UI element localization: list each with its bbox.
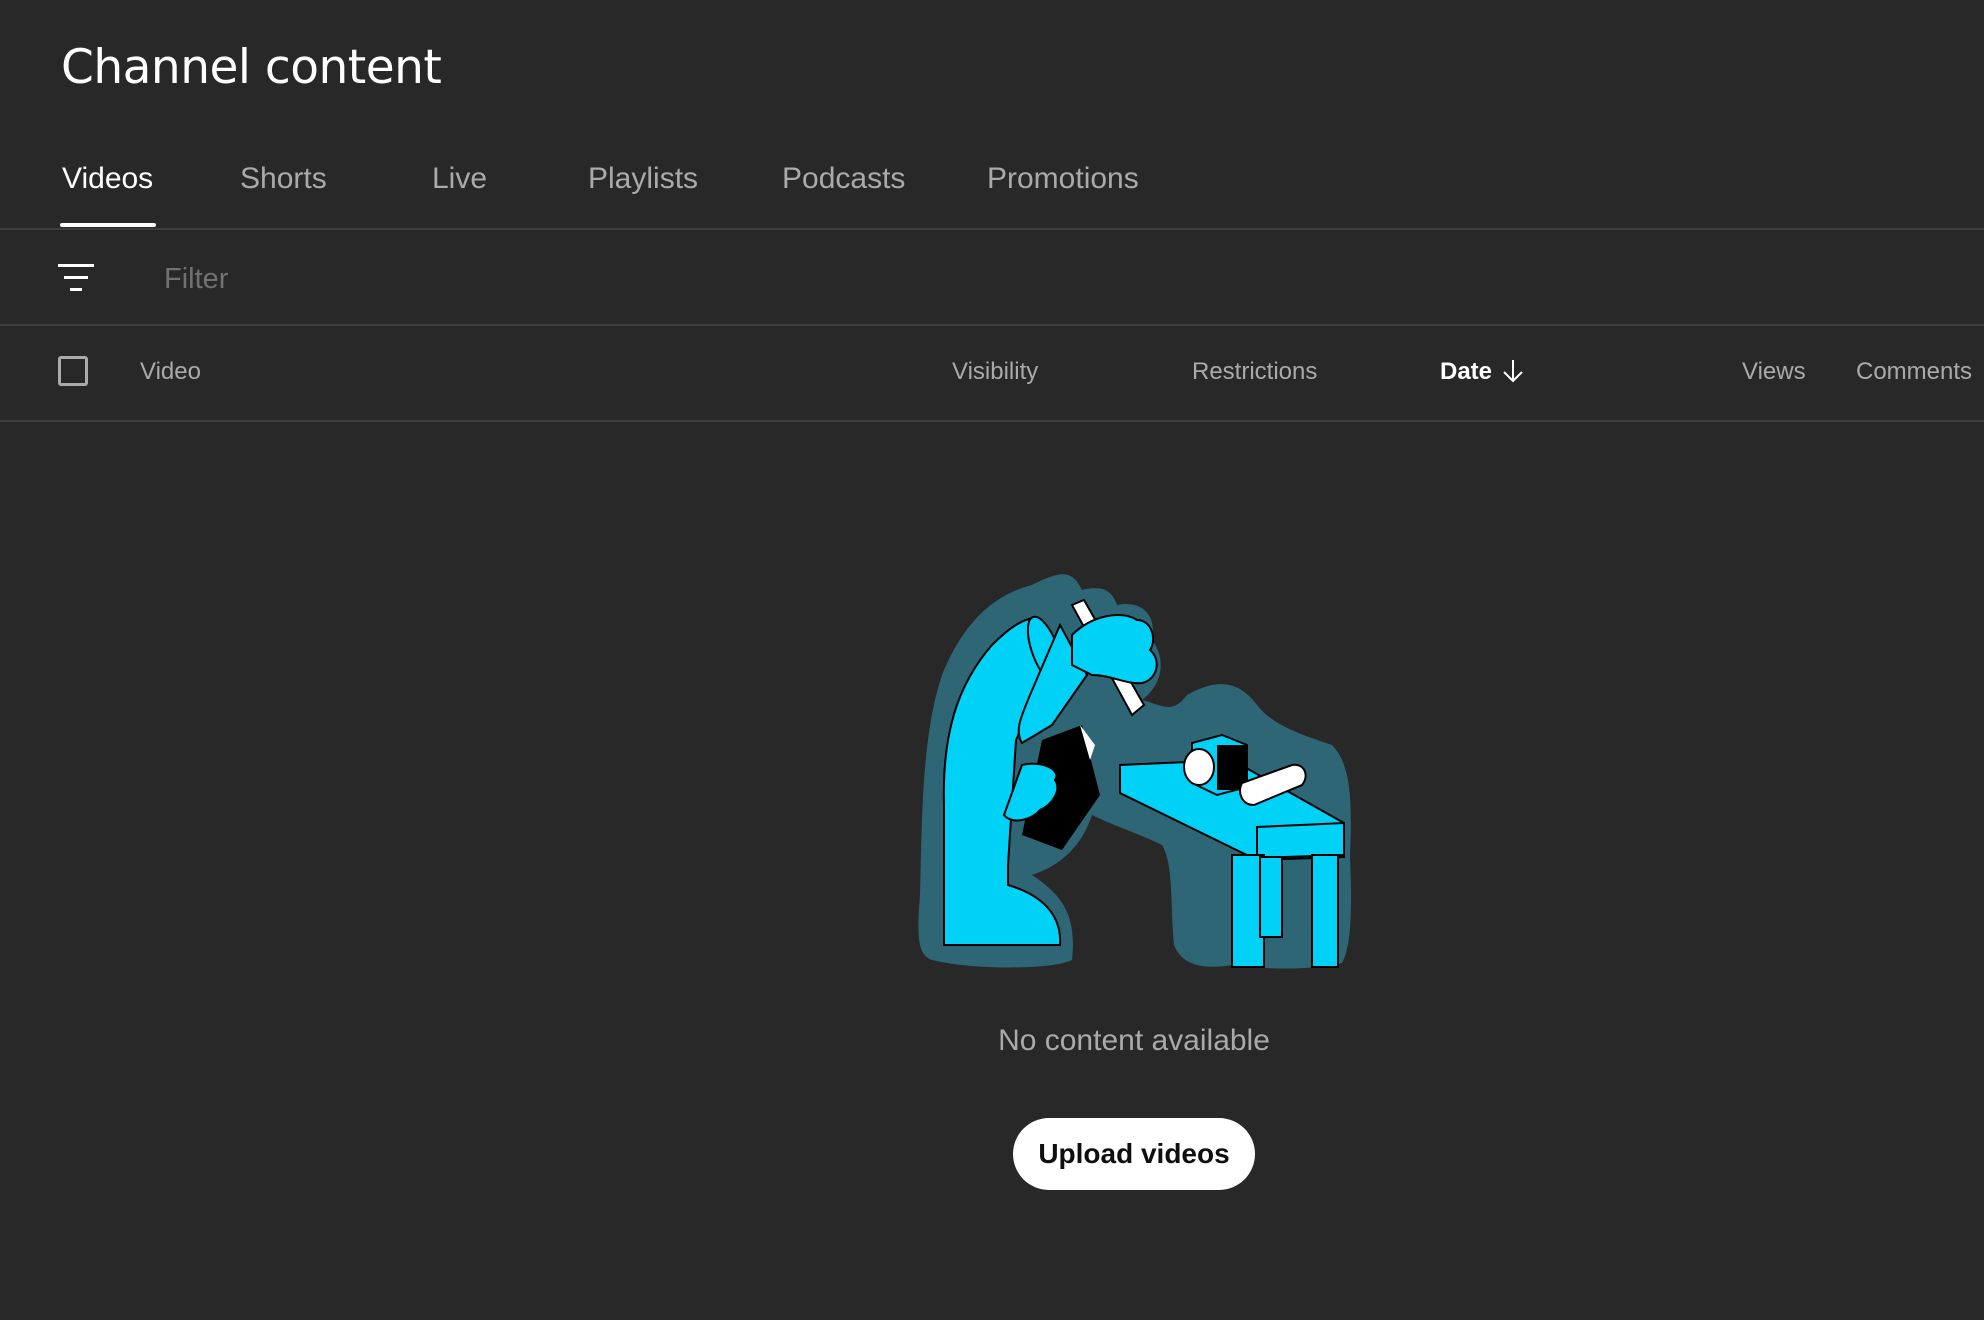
divider bbox=[0, 324, 1984, 326]
select-all-checkbox[interactable] bbox=[58, 356, 88, 386]
tab-playlists[interactable]: Playlists bbox=[588, 162, 698, 196]
tab-podcasts[interactable]: Podcasts bbox=[782, 162, 905, 196]
active-tab-indicator bbox=[60, 223, 156, 227]
tab-shorts[interactable]: Shorts bbox=[240, 162, 327, 196]
page-title: Channel content bbox=[61, 40, 442, 95]
tab-promotions[interactable]: Promotions bbox=[987, 162, 1139, 196]
tab-videos[interactable]: Videos bbox=[62, 162, 153, 196]
tab-live[interactable]: Live bbox=[432, 162, 487, 196]
person-examining-camera-illustration bbox=[918, 574, 1352, 969]
content-tabs: Videos Shorts Live Playlists Podcasts Pr… bbox=[0, 150, 1984, 229]
divider bbox=[0, 420, 1984, 422]
upload-videos-button[interactable]: Upload videos bbox=[1013, 1118, 1255, 1190]
column-restrictions: Restrictions bbox=[1192, 358, 1318, 385]
filter-lines-icon[interactable] bbox=[58, 262, 94, 294]
column-video: Video bbox=[140, 358, 201, 385]
column-date-label: Date bbox=[1440, 358, 1493, 385]
column-date[interactable]: Date bbox=[1440, 358, 1524, 386]
column-comments: Comments bbox=[1856, 358, 1973, 385]
arrow-down-icon bbox=[1503, 359, 1523, 383]
column-views: Views bbox=[1742, 358, 1806, 385]
divider bbox=[0, 228, 1984, 230]
filter-input[interactable] bbox=[164, 258, 964, 300]
empty-state-message: No content available bbox=[998, 1024, 1270, 1057]
column-visibility: Visibility bbox=[952, 358, 1039, 385]
